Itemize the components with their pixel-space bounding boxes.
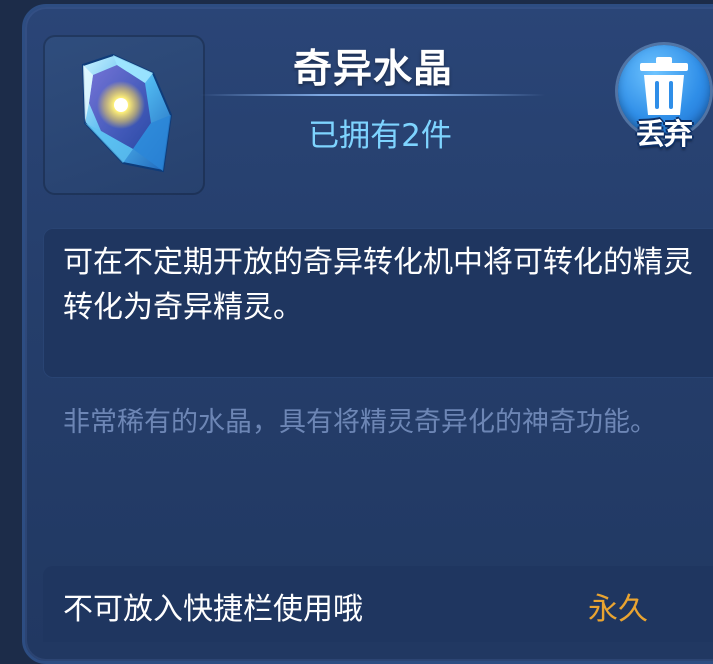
footer-bar: 不可放入快捷栏使用哦 永久 (43, 566, 713, 642)
item-description: 可在不定期开放的奇异转化机中将可转化的精灵转化为奇异精灵。 (63, 245, 693, 325)
item-duration: 永久 (588, 592, 648, 627)
discard-button[interactable]: 丢弃 (614, 43, 710, 155)
owned-count: 已拥有2件 (308, 118, 452, 154)
crystal-icon (81, 53, 173, 173)
item-name: 奇异水晶 (292, 47, 453, 92)
title-divider (200, 94, 545, 96)
discard-label: 丢弃 (635, 117, 693, 151)
item-icon-frame (43, 35, 205, 195)
item-flavor-text: 非常稀有的水晶，具有将精灵奇异化的神奇功能。 (63, 407, 657, 438)
description-box: 可在不定期开放的奇异转化机中将可转化的精灵转化为奇异精灵。 (43, 228, 713, 378)
hotbar-note: 不可放入快捷栏使用哦 (63, 592, 363, 627)
